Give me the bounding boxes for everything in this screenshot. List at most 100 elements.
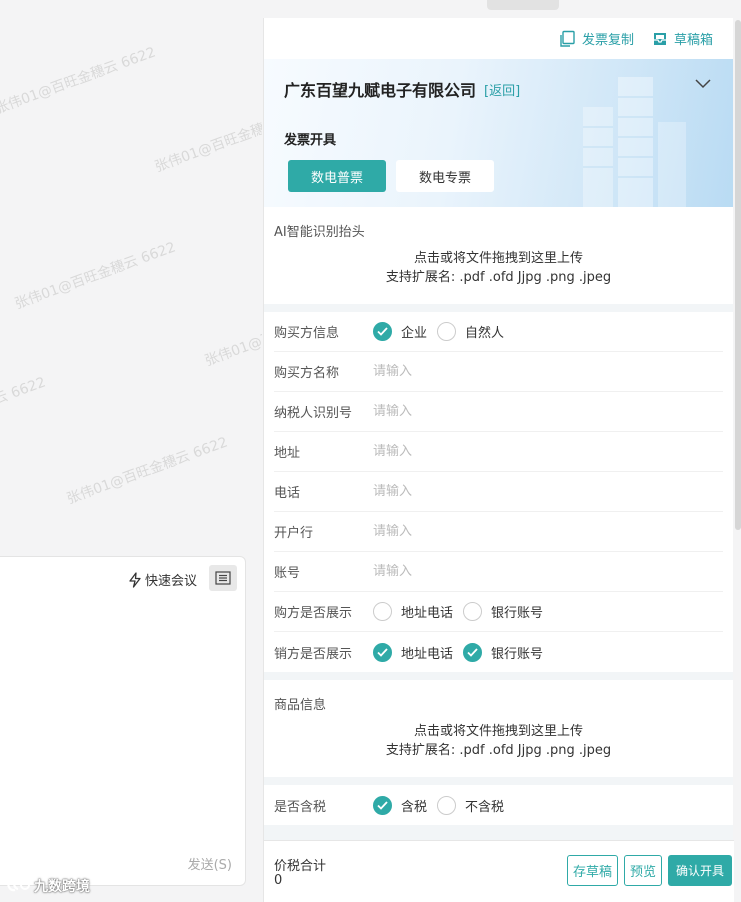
- checkbox-buyer-address-phone[interactable]: 地址电话: [373, 602, 453, 621]
- check-icon: [373, 642, 392, 662]
- radio-circle-icon: [437, 795, 457, 815]
- field-label: 购买方信息: [274, 326, 340, 341]
- invoice-type-tabs: 数电普票 数电专票: [288, 160, 494, 192]
- field-row-tax-id: 纳税人识别号: [274, 392, 723, 432]
- tab-digital-normal-invoice[interactable]: 数电普票: [288, 160, 386, 192]
- copy-invoice-button[interactable]: 发票复制: [558, 29, 634, 48]
- buyer-show-row: 购方是否展示 地址电话 银行账号: [274, 592, 723, 632]
- buyer-name-input[interactable]: [373, 364, 723, 379]
- section-title: 发票开具: [284, 133, 337, 148]
- field-row-phone: 电话: [274, 472, 723, 512]
- send-button[interactable]: 发送(S): [188, 854, 232, 873]
- checkbox-seller-bank-account[interactable]: 银行账号: [463, 642, 544, 662]
- radio-tax-included[interactable]: 含税: [373, 795, 428, 815]
- save-draft-button[interactable]: 存草稿: [566, 855, 618, 886]
- radio-label: 含税: [401, 799, 428, 815]
- upload-hint-line: 点击或将文件拖拽到这里上传: [413, 251, 583, 266]
- scroll-indicator: [487, 0, 559, 10]
- watermark: 张伟01@百旺金穗云 6622: [152, 102, 262, 176]
- field-label: 是否含税: [274, 799, 327, 815]
- back-link[interactable]: [返回]: [484, 80, 520, 99]
- account-input[interactable]: [373, 564, 723, 579]
- upload-hint-line: 点击或将文件拖拽到这里上传: [413, 724, 583, 739]
- chat-input-box[interactable]: 快速会议 发送(S): [0, 556, 246, 886]
- chat-area: 张伟01@百旺金穗云 6622 张伟01@百旺金穗云 6622 张伟01@百旺金…: [0, 0, 262, 902]
- check-icon: [373, 322, 392, 341]
- watermark: 张伟01@百旺金穗云 6622: [0, 374, 48, 448]
- option-label: 银行账号: [491, 646, 544, 662]
- radio-label: 自然人: [465, 326, 505, 341]
- tax-card: 是否含税 含税 不含税: [264, 785, 733, 825]
- radio-circle-icon: [373, 602, 392, 621]
- radio-enterprise[interactable]: 企业: [373, 322, 427, 341]
- scrollbar-thumb[interactable]: [735, 20, 741, 530]
- building-illustration: [583, 77, 686, 207]
- radio-circle-icon: [437, 322, 457, 341]
- field-label: 账号: [274, 566, 301, 581]
- tab-digital-special-invoice[interactable]: 数电专票: [396, 160, 494, 192]
- field-label: 纳税人识别号: [274, 406, 353, 421]
- option-label: 银行账号: [491, 606, 544, 621]
- company-header: 广东百望九赋电子有限公司 [返回] 发票开具 数电普票 数电专票: [264, 59, 733, 207]
- brand-logo: 九数跨境: [6, 876, 90, 896]
- lightning-icon: [129, 571, 141, 588]
- field-label: 购方是否展示: [274, 606, 353, 621]
- radio-label: 企业: [401, 326, 428, 341]
- seller-show-row: 销方是否展示 地址电话 银行账号: [274, 632, 723, 672]
- watermark: 张伟01@百旺金穗云 6622: [64, 434, 230, 508]
- phone-input[interactable]: [373, 484, 723, 499]
- total-label: 价税合计: [274, 859, 327, 874]
- chat-menu-button[interactable]: [209, 565, 237, 591]
- copy-icon: [560, 30, 575, 47]
- tax-id-input[interactable]: [373, 404, 723, 419]
- option-label: 地址电话: [401, 646, 454, 662]
- watermark: 张伟01@百旺金穗云 6622: [202, 296, 262, 370]
- upload-hint: 点击或将文件拖拽到这里上传 支持扩展名: .pdf .ofd Jjpg .png…: [264, 722, 733, 760]
- company-name: 广东百望九赋电子有限公司 [返回]: [284, 77, 520, 101]
- invoice-panel: 发票复制 草稿箱 广东百望九赋电子有限公司 [返回] 发票开具 数电普票 数电专…: [263, 18, 734, 902]
- quick-meeting-button[interactable]: 快速会议: [128, 570, 197, 589]
- field-label: 购买方名称: [274, 366, 340, 381]
- copy-invoice-label: 发票复制: [581, 33, 634, 48]
- ai-upload-title: AI智能识别抬头: [274, 225, 365, 240]
- company-title: 广东百望九赋电子有限公司: [284, 81, 477, 100]
- list-icon: [215, 571, 231, 585]
- check-icon: [373, 795, 392, 815]
- field-row-account: 账号: [274, 552, 723, 592]
- watermark: 张伟01@百旺金穗云 6622: [0, 44, 158, 118]
- panel-toolbar: 发票复制 草稿箱: [264, 18, 733, 59]
- radio-label: 不含税: [465, 799, 505, 815]
- ai-upload-area[interactable]: AI智能识别抬头 点击或将文件拖拽到这里上传 支持扩展名: .pdf .ofd …: [264, 207, 733, 304]
- tax-included-row: 是否含税 含税 不含税: [274, 785, 723, 825]
- radio-tax-excluded[interactable]: 不含税: [437, 795, 505, 815]
- check-icon: [463, 642, 483, 662]
- address-input[interactable]: [373, 444, 723, 459]
- field-row-buyer-name: 购买方名称: [274, 352, 723, 392]
- buyer-info-card: 购买方信息 企业 自然人 购买方名称 纳税人识别号 地址: [264, 312, 733, 672]
- upload-hint-ext: 支持扩展名: .pdf .ofd Jjpg .png .jpeg: [385, 743, 612, 758]
- drafts-button[interactable]: 草稿箱: [652, 29, 713, 48]
- field-row-bank: 开户行: [274, 512, 723, 552]
- checkbox-buyer-bank-account[interactable]: 银行账号: [463, 602, 543, 621]
- panel-footer: 价税合计 0 存草稿 预览 确认开具: [264, 840, 734, 902]
- upload-hint-ext: 支持扩展名: .pdf .ofd Jjpg .png .jpeg: [385, 270, 612, 285]
- inbox-icon: [653, 32, 666, 45]
- radio-natural-person[interactable]: 自然人: [437, 322, 504, 341]
- preview-button[interactable]: 预览: [623, 855, 662, 886]
- field-row-address: 地址: [274, 432, 723, 472]
- radio-circle-icon: [463, 602, 483, 621]
- confirm-issue-button[interactable]: 确认开具: [667, 855, 732, 886]
- goods-upload-area[interactable]: 商品信息 点击或将文件拖拽到这里上传 支持扩展名: .pdf .ofd Jjpg…: [264, 680, 733, 777]
- brand-icon: [7, 879, 30, 892]
- chevron-down-icon[interactable]: [695, 79, 711, 89]
- brand-label: 九数跨境: [34, 879, 90, 895]
- field-label: 电话: [274, 486, 301, 501]
- field-label: 开户行: [274, 526, 314, 541]
- bank-input[interactable]: [373, 524, 723, 539]
- drafts-label: 草稿箱: [673, 33, 713, 48]
- checkbox-seller-address-phone[interactable]: 地址电话: [373, 642, 454, 662]
- quick-meeting-label: 快速会议: [144, 574, 197, 589]
- field-label: 地址: [274, 446, 301, 461]
- total-value: 0: [274, 873, 283, 888]
- goods-upload-title: 商品信息: [274, 698, 327, 713]
